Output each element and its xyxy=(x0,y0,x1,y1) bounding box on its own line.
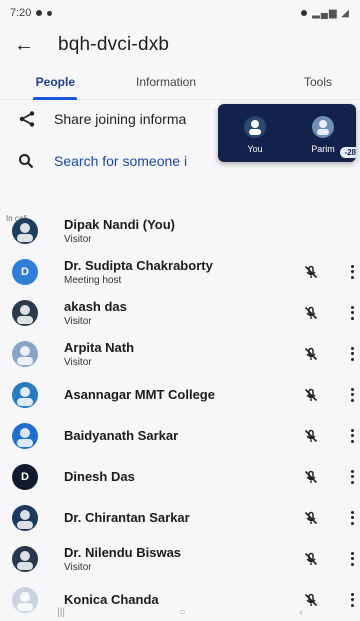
picture-in-picture-window[interactable]: You Parim -28 xyxy=(218,104,356,162)
participant-text: Arpita Nath Visitor xyxy=(64,340,134,368)
participant-text: Dinesh Das xyxy=(64,469,135,484)
tab-people[interactable]: People xyxy=(0,65,111,100)
pip-you-label: You xyxy=(247,144,263,154)
more-options-icon[interactable] xyxy=(350,387,354,402)
you-avatar-icon xyxy=(244,116,266,138)
participant-avatar xyxy=(12,422,38,449)
home-nav-icon[interactable]: ○ xyxy=(179,607,185,618)
participant-row[interactable]: Dr. Nilendu Biswas Visitor xyxy=(0,538,360,579)
notification-dot-icon xyxy=(47,10,53,16)
meeting-code-title: bqh-dvci-dxb xyxy=(58,34,170,55)
participant-role: Visitor xyxy=(64,561,92,573)
participant-avatar xyxy=(12,340,38,367)
tab-information[interactable]: Information xyxy=(111,65,222,99)
participant-avatar: D xyxy=(12,258,38,285)
participant-role: Visitor xyxy=(64,233,92,245)
pip-parim-label: Parim xyxy=(311,144,335,154)
participant-avatar xyxy=(12,381,38,408)
mic-muted-icon[interactable] xyxy=(304,265,318,279)
participant-name: Dipak Nandi (You) xyxy=(64,216,175,232)
participant-row[interactable]: D Dr. Sudipta Chakraborty Meeting host xyxy=(0,251,360,292)
parim-avatar-icon xyxy=(312,116,334,138)
participant-text: Dipak Nandi (You) Visitor xyxy=(64,217,175,245)
record-dot-icon xyxy=(301,10,308,16)
mic-muted-icon[interactable] xyxy=(304,347,318,361)
participant-row[interactable]: D Dinesh Das xyxy=(0,456,360,497)
status-right: ▂▄▆ ◢ xyxy=(301,8,350,19)
participant-text: akash das Visitor xyxy=(64,299,127,327)
mic-muted-icon[interactable] xyxy=(304,470,318,484)
more-options-icon[interactable] xyxy=(350,510,354,525)
signal-icon: ▂▄▆ ◢ xyxy=(312,7,350,19)
pip-tile-parim: Parim -28 xyxy=(290,104,356,162)
participant-text: Dr. Chirantan Sarkar xyxy=(64,510,190,525)
participant-name: akash das xyxy=(64,298,127,314)
mic-muted-icon[interactable] xyxy=(304,552,318,566)
participant-row[interactable]: Dipak Nandi (You) Visitor xyxy=(0,210,360,251)
participant-name: Baidyanath Sarkar xyxy=(64,428,179,443)
more-options-icon[interactable] xyxy=(350,551,354,566)
status-left: 7:20 xyxy=(10,7,53,19)
recents-nav-icon[interactable]: ||| xyxy=(57,607,65,618)
mic-muted-icon[interactable] xyxy=(304,306,318,320)
participant-role: Meeting host xyxy=(64,274,122,286)
participant-row[interactable]: Asannagar MMT College xyxy=(0,374,360,415)
app-bar: ← bqh-dvci-dxb xyxy=(0,26,360,64)
mic-muted-icon[interactable] xyxy=(304,429,318,443)
search-placeholder: Search for someone i xyxy=(54,153,188,169)
participant-text: Dr. Sudipta Chakraborty Meeting host xyxy=(64,258,213,286)
pip-count-badge: -28 xyxy=(340,147,356,158)
participant-name: Dinesh Das xyxy=(64,469,135,484)
more-options-icon[interactable] xyxy=(350,264,354,279)
status-bar: 7:20 ▂▄▆ ◢ xyxy=(0,0,360,26)
tab-tools[interactable]: Tools xyxy=(221,65,360,99)
mic-muted-icon[interactable] xyxy=(304,388,318,402)
mic-muted-icon[interactable] xyxy=(304,511,318,525)
participant-role: Visitor xyxy=(64,315,92,327)
participant-avatar xyxy=(12,504,38,531)
share-joining-info-label: Share joining informa xyxy=(54,111,187,127)
participant-row[interactable]: Baidyanath Sarkar xyxy=(0,415,360,456)
participant-text: Asannagar MMT College xyxy=(64,387,215,402)
tab-bar: People Information Tools xyxy=(0,64,360,100)
more-options-icon[interactable] xyxy=(350,305,354,320)
participant-text: Baidyanath Sarkar xyxy=(64,428,178,443)
participant-avatar: D xyxy=(12,463,38,490)
participant-list: Dipak Nandi (You) Visitor D Dr. Sudipta Cha… xyxy=(0,210,360,620)
participant-row[interactable]: Dr. Chirantan Sarkar xyxy=(0,497,360,538)
system-nav-bar: ||| ○ ‹ xyxy=(0,603,360,621)
back-nav-icon[interactable]: ‹ xyxy=(300,607,303,618)
share-icon xyxy=(19,111,35,127)
notification-dot-icon xyxy=(36,10,43,16)
more-options-icon[interactable] xyxy=(350,428,354,443)
participant-row[interactable]: akash das Visitor xyxy=(0,292,360,333)
participant-name: Arpita Nath xyxy=(64,339,135,355)
search-icon xyxy=(19,154,34,169)
participant-role: Visitor xyxy=(64,356,92,368)
participant-avatar xyxy=(12,545,38,572)
more-options-icon[interactable] xyxy=(350,469,354,484)
participant-name: Dr. Chirantan Sarkar xyxy=(64,510,190,525)
participant-name: Dr. Sudipta Chakraborty xyxy=(64,257,213,273)
back-arrow-icon[interactable]: ← xyxy=(14,34,36,57)
participant-avatar xyxy=(12,299,38,326)
more-options-icon[interactable] xyxy=(350,346,354,361)
pip-tile-you: You xyxy=(222,104,288,162)
status-time: 7:20 xyxy=(10,7,32,19)
participant-avatar xyxy=(12,217,38,244)
participant-row[interactable]: Arpita Nath Visitor xyxy=(0,333,360,374)
participant-text: Dr. Nilendu Biswas Visitor xyxy=(64,545,181,573)
participant-name: Dr. Nilendu Biswas xyxy=(64,544,182,560)
participant-name: Asannagar MMT College xyxy=(64,387,215,402)
